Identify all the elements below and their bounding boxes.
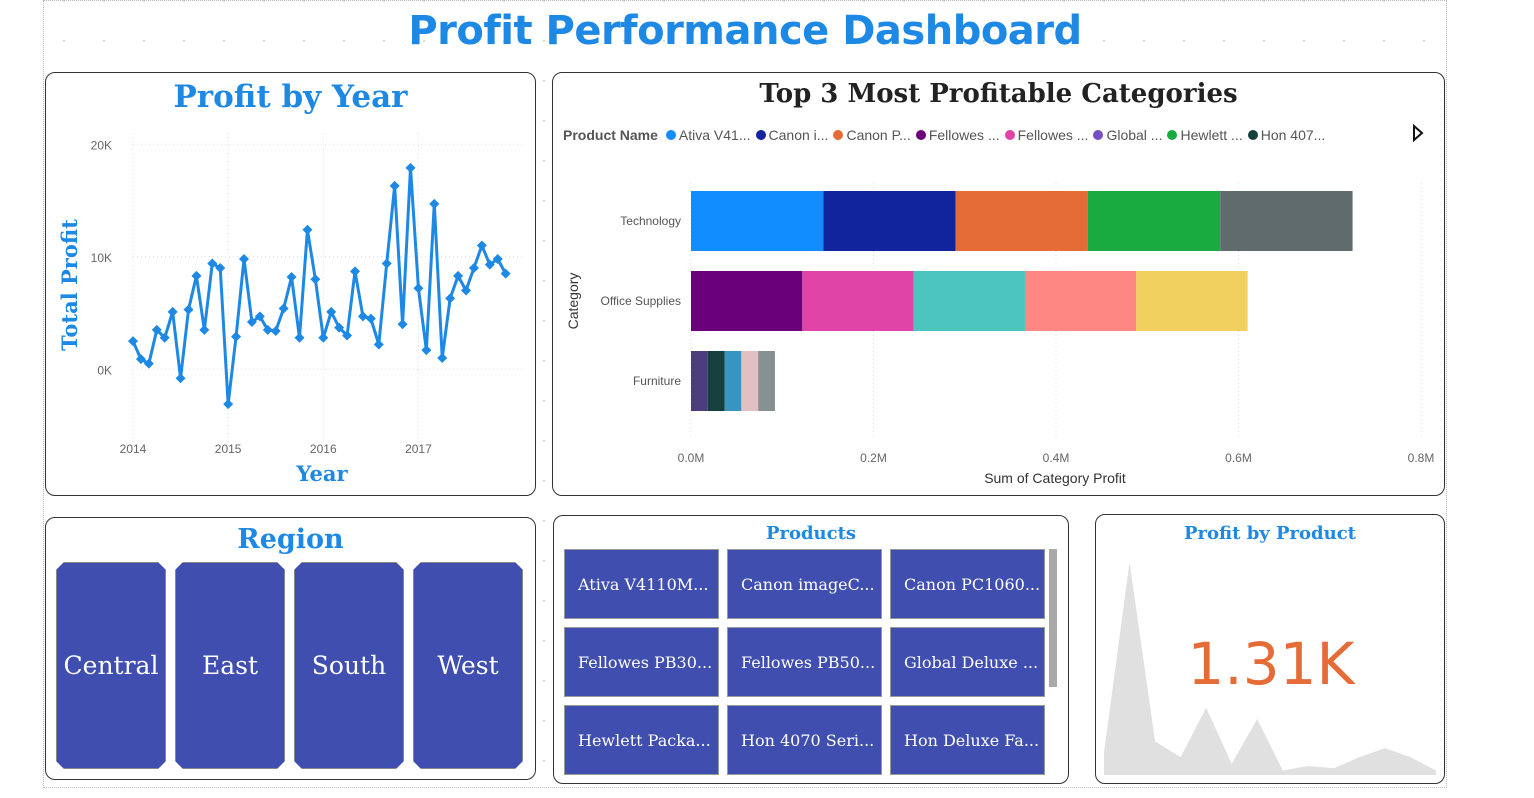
data-point[interactable]: [191, 270, 202, 281]
data-point[interactable]: [405, 162, 416, 173]
product-button[interactable]: Canon PC1060...: [890, 549, 1045, 619]
x-axis-title: Year: [295, 461, 348, 486]
product-button[interactable]: Hon 4070 Seri...: [727, 705, 882, 775]
x-axis-title: Sum of Category Profit: [984, 470, 1126, 486]
products-scrollbar[interactable]: [1049, 549, 1057, 687]
x-tick-label: 2016: [310, 442, 337, 456]
bar-segment[interactable]: [707, 351, 725, 411]
region-button-west[interactable]: West: [413, 562, 523, 769]
product-button[interactable]: Canon imageC...: [727, 549, 882, 619]
data-point[interactable]: [468, 263, 479, 273]
bar-segment[interactable]: [913, 271, 1025, 331]
data-point[interactable]: [286, 272, 297, 282]
data-point[interactable]: [357, 311, 368, 322]
profit-by-product-title: Profit by Product: [1184, 523, 1356, 544]
x-tick-label: 2017: [405, 442, 432, 456]
bar-segment[interactable]: [1136, 271, 1248, 331]
product-button[interactable]: Fellowes PB30...: [564, 627, 719, 697]
x-tick-label: 0.6M: [1225, 451, 1252, 465]
data-point[interactable]: [381, 258, 392, 269]
data-point[interactable]: [389, 180, 400, 191]
bar-segment[interactable]: [724, 351, 742, 411]
bar-segment[interactable]: [823, 191, 956, 251]
category-label: Office Supplies: [601, 294, 682, 308]
y-tick-label: 10K: [91, 251, 112, 265]
data-point[interactable]: [183, 304, 194, 315]
data-point[interactable]: [239, 254, 249, 264]
data-point[interactable]: [326, 306, 337, 317]
bar-segment[interactable]: [691, 191, 824, 251]
profit-by-year-card[interactable]: Profit by Year 0K 10K 20K 2014 2015 2016 2017 T…: [45, 72, 536, 496]
x-tick-label: 0.8M: [1408, 451, 1435, 465]
x-tick-label: 0.4M: [1043, 451, 1070, 465]
products-title: Products: [765, 523, 857, 544]
bar-segment[interactable]: [1024, 271, 1137, 331]
data-point[interactable]: [223, 399, 234, 410]
data-point[interactable]: [445, 293, 456, 304]
data-point[interactable]: [437, 353, 448, 363]
bar-segment[interactable]: [1087, 191, 1221, 251]
bar-segment[interactable]: [802, 271, 914, 331]
data-point[interactable]: [365, 313, 376, 324]
region-slicer: Central East South West: [56, 562, 523, 769]
y-tick-label: 20K: [91, 138, 112, 152]
category-label: Furniture: [633, 374, 681, 388]
region-title: Region: [237, 524, 344, 555]
data-point[interactable]: [270, 326, 281, 336]
profit-kpi-value: 1.31K: [1187, 630, 1355, 698]
data-point[interactable]: [199, 324, 210, 335]
product-button[interactable]: Fellowes PB50...: [727, 627, 882, 697]
data-point[interactable]: [128, 336, 138, 347]
y-axis-title: Total Profit: [57, 219, 82, 351]
product-button[interactable]: Hon Deluxe Fa...: [890, 705, 1045, 775]
data-point[interactable]: [413, 283, 424, 294]
product-button[interactable]: Global Deluxe ...: [890, 627, 1045, 697]
category-label: Technology: [620, 214, 681, 228]
data-point[interactable]: [373, 339, 384, 350]
x-tick-label: 2015: [215, 442, 242, 456]
data-point[interactable]: [167, 306, 178, 317]
product-button[interactable]: Ativa V4110M...: [564, 549, 719, 619]
top-categories-card[interactable]: Top 3 Most Profitable Categories Product…: [552, 72, 1445, 496]
data-point[interactable]: [350, 266, 360, 277]
data-point[interactable]: [476, 240, 487, 251]
category-bar-chart[interactable]: 0.0M 0.2M 0.4M 0.6M 0.8M Technology Office Sup…: [553, 73, 1444, 495]
data-point[interactable]: [429, 198, 440, 209]
bar-segment[interactable]: [691, 351, 708, 411]
data-point[interactable]: [294, 332, 305, 343]
y-axis-title: Category: [565, 273, 581, 330]
profit-by-product-card: Profit by Product 1.31K: [1095, 514, 1445, 784]
region-card: Region Central East South West: [45, 517, 536, 780]
profit-series-line: [131, 166, 507, 406]
products-slicer: Ativa V4110M... Canon imageC... Canon PC…: [564, 549, 1045, 775]
data-point[interactable]: [310, 274, 321, 285]
product-button[interactable]: Hewlett Packa...: [564, 705, 719, 775]
y-tick-label: 0K: [97, 363, 112, 377]
bar-segment[interactable]: [741, 351, 759, 411]
bar-segment[interactable]: [955, 191, 1088, 251]
bar-segment[interactable]: [1220, 191, 1353, 251]
profit-line-chart[interactable]: 0K 10K 20K 2014 2015 2016 2017 Total Profit Year: [46, 73, 535, 495]
data-point[interactable]: [175, 373, 186, 384]
data-point[interactable]: [397, 319, 408, 330]
x-tick-label: 0.0M: [678, 451, 705, 465]
data-point[interactable]: [278, 303, 289, 314]
dashboard-title: Profit Performance Dashboard: [408, 8, 1082, 54]
data-point[interactable]: [231, 331, 242, 342]
bar-segment[interactable]: [758, 351, 775, 411]
x-tick-label: 2014: [120, 442, 147, 456]
data-point[interactable]: [421, 345, 432, 356]
data-point[interactable]: [318, 332, 329, 343]
x-tick-label: 0.2M: [860, 451, 887, 465]
bar-segment[interactable]: [691, 271, 803, 331]
region-button-south[interactable]: South: [294, 562, 404, 769]
data-point[interactable]: [302, 224, 313, 235]
region-button-central[interactable]: Central: [56, 562, 166, 769]
region-button-east[interactable]: East: [175, 562, 285, 769]
products-card: Products Ativa V4110M... Canon imageC...…: [553, 515, 1069, 784]
